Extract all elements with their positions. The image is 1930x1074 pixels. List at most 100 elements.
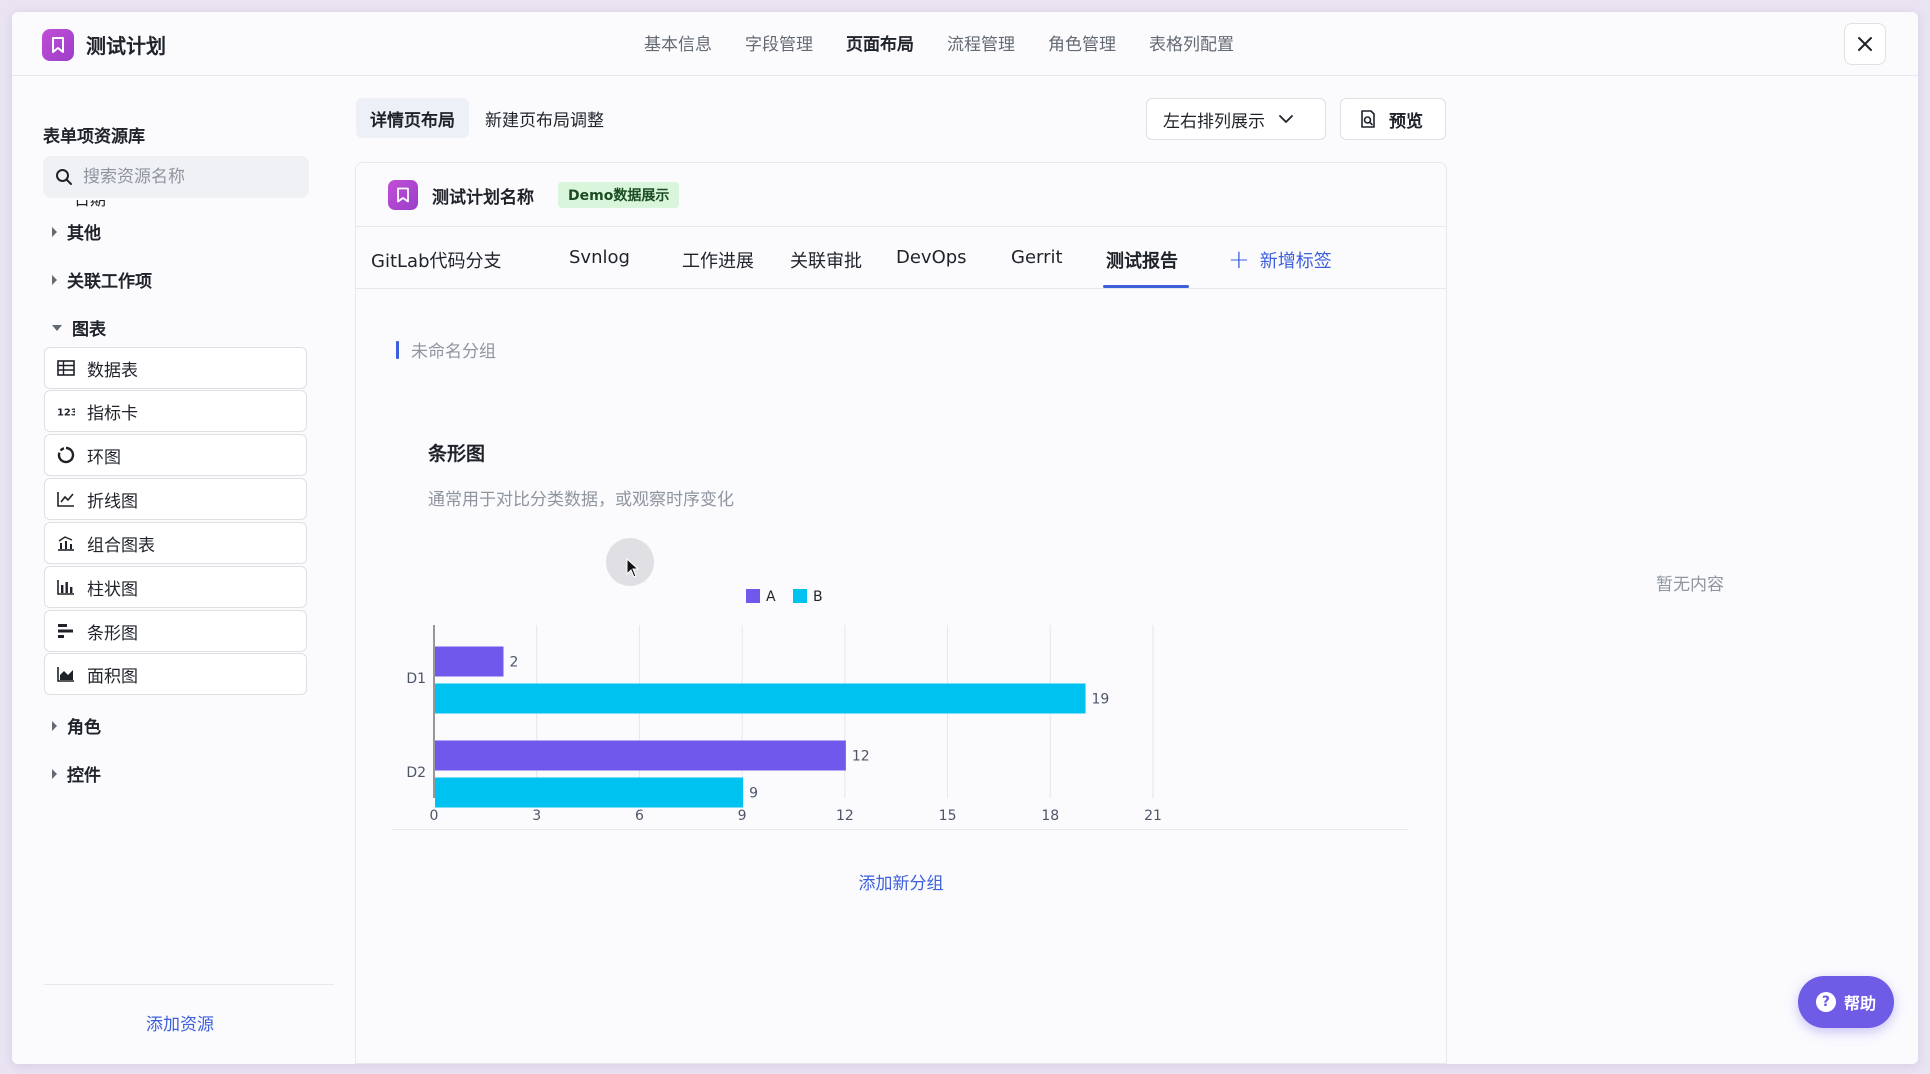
modal-header: 测试计划 基本信息 字段管理 页面布局 流程管理 角色管理 表格列配置 xyxy=(12,12,1918,76)
arrange-select[interactable]: 左右排列展示 xyxy=(1146,98,1326,140)
resource-item[interactable]: 环图 xyxy=(44,434,307,476)
y-tick-label: D2 xyxy=(406,765,426,781)
resource-item-label: 柱状图 xyxy=(87,579,138,600)
top-nav: 基本信息 字段管理 页面布局 流程管理 角色管理 表格列配置 xyxy=(644,30,1267,55)
help-icon: ? xyxy=(1815,992,1836,1012)
bar xyxy=(435,740,846,771)
x-tick-label: 18 xyxy=(1041,808,1059,823)
top-nav-item[interactable]: 流程管理 xyxy=(947,30,1015,55)
card-tab[interactable]: Gerrit xyxy=(1011,247,1063,268)
plus-icon: + xyxy=(1228,245,1250,275)
resource-item[interactable]: 条形图 xyxy=(44,610,307,652)
y-tick-label: D1 xyxy=(406,671,426,687)
sidebar-group-label: 角色 xyxy=(67,718,101,738)
donut-icon xyxy=(57,446,75,464)
tab-detail-layout[interactable]: 详情页布局 xyxy=(356,98,469,138)
card-tab[interactable]: 测试报告 xyxy=(1106,247,1178,273)
resource-item[interactable]: 折线图 xyxy=(44,478,307,520)
mouse-cursor-icon xyxy=(626,558,640,578)
sidebar-title: 表单项资源库 xyxy=(43,127,145,147)
resource-item[interactable]: 组合图表 xyxy=(44,522,307,564)
caret-right-icon xyxy=(52,226,57,237)
resource-item-label: 指标卡 xyxy=(87,403,138,424)
group-accent-bar xyxy=(396,340,399,359)
data-label: 9 xyxy=(749,786,758,802)
line-chart-icon xyxy=(57,490,75,508)
number-icon: 123 xyxy=(57,402,75,420)
data-label: 19 xyxy=(1092,692,1110,708)
help-button[interactable]: ? 帮助 xyxy=(1798,976,1894,1028)
search-input[interactable] xyxy=(83,167,283,187)
arrange-select-value: 左右排列展示 xyxy=(1163,111,1265,132)
bar xyxy=(435,777,744,808)
search-box[interactable] xyxy=(43,156,309,198)
sidebar-group-other[interactable]: 其他 xyxy=(52,219,101,244)
tab-new-layout[interactable]: 新建页布局调整 xyxy=(471,98,618,138)
app-logo-icon xyxy=(42,29,74,61)
bar-chart-icon xyxy=(57,578,75,596)
resource-item[interactable]: 123 指标卡 xyxy=(44,390,307,432)
bookmark-icon xyxy=(388,180,418,210)
resource-item[interactable]: 面积图 xyxy=(44,653,307,695)
legend-label: A xyxy=(766,589,776,605)
x-tick-label: 0 xyxy=(430,808,439,823)
top-nav-item[interactable]: 表格列配置 xyxy=(1149,30,1234,55)
x-tick-label: 3 xyxy=(532,808,541,823)
help-label: 帮助 xyxy=(1843,994,1876,1013)
horizontal-bar-icon xyxy=(57,622,75,640)
group-label[interactable]: 未命名分组 xyxy=(396,337,496,362)
preview-icon xyxy=(1361,110,1375,128)
card-tab[interactable]: Svnlog xyxy=(569,247,630,268)
caret-down-icon xyxy=(52,324,62,331)
caret-right-icon xyxy=(52,768,57,779)
x-tick-label: 21 xyxy=(1144,808,1162,823)
x-tick-label: 12 xyxy=(836,808,854,823)
resource-item[interactable]: 数据表 xyxy=(44,347,307,389)
x-tick-label: 15 xyxy=(939,808,957,823)
sidebar-partial-item: 日期 xyxy=(74,200,106,208)
card-title: 测试计划名称 xyxy=(432,188,534,208)
card-tabbar: GitLab代码分支 Svnlog 工作进展 关联审批 DevOps Gerrit 测试报告… xyxy=(356,227,1446,289)
resource-item-label: 环图 xyxy=(87,447,121,468)
top-nav-item[interactable]: 基本信息 xyxy=(644,30,712,55)
legend-swatch xyxy=(746,589,760,603)
add-tab-button[interactable]: + 新增标签 xyxy=(1228,247,1332,273)
legend-swatch xyxy=(793,589,807,603)
chart-title: 条形图 xyxy=(428,443,486,465)
sidebar-group-charts[interactable]: 图表 xyxy=(52,315,106,340)
resource-item[interactable]: 柱状图 xyxy=(44,566,307,608)
app-title: 测试计划 xyxy=(86,34,166,58)
card-tab[interactable]: 工作进展 xyxy=(682,247,754,273)
resource-sidebar: 表单项资源库 日期 其他 关联工作项 图表 数据表 123 指标卡环图折线图组合图表… xyxy=(12,76,348,1064)
x-tick-label: 9 xyxy=(738,808,747,823)
preview-button[interactable]: 预览 xyxy=(1340,98,1446,140)
card-tab[interactable]: GitLab代码分支 xyxy=(371,247,502,273)
sidebar-group-label: 图表 xyxy=(72,320,106,340)
top-nav-item[interactable]: 页面布局 xyxy=(846,30,914,55)
top-nav-item[interactable]: 角色管理 xyxy=(1048,30,1116,55)
chevron-down-icon xyxy=(1279,115,1293,123)
data-label: 12 xyxy=(852,749,870,765)
top-nav-item[interactable]: 字段管理 xyxy=(745,30,813,55)
resource-item-label: 面积图 xyxy=(87,666,138,687)
close-button[interactable] xyxy=(1844,23,1886,65)
card-tab[interactable]: DevOps xyxy=(896,247,967,268)
sidebar-group-related[interactable]: 关联工作项 xyxy=(52,267,152,292)
bar-chart[interactable]: 0 3 6 9 12 15 18 21 A B D1 2 19 D2 12 9 xyxy=(396,523,1396,823)
caret-right-icon xyxy=(52,274,57,285)
add-resource-link[interactable]: 添加资源 xyxy=(12,1010,348,1035)
card-tab[interactable]: 关联审批 xyxy=(790,247,862,273)
layout-canvas: 测试计划名称 Demo数据展示 GitLab代码分支 Svnlog 工作进展 关联审批… xyxy=(355,162,1447,1064)
resource-item-label: 数据表 xyxy=(87,360,138,381)
data-label: 2 xyxy=(509,655,518,671)
sidebar-group-role[interactable]: 角色 xyxy=(52,713,101,738)
sidebar-group-controls[interactable]: 控件 xyxy=(52,761,101,786)
combo-chart-icon xyxy=(57,534,75,552)
demo-badge: Demo数据展示 xyxy=(558,182,680,208)
add-group-link[interactable]: 添加新分组 xyxy=(356,869,1446,894)
layout-tabs: 详情页布局 新建页布局调整 xyxy=(356,98,620,138)
preview-label: 预览 xyxy=(1389,111,1423,132)
svg-text:123: 123 xyxy=(57,408,75,419)
search-icon xyxy=(56,169,72,185)
area-chart-icon xyxy=(57,665,75,683)
